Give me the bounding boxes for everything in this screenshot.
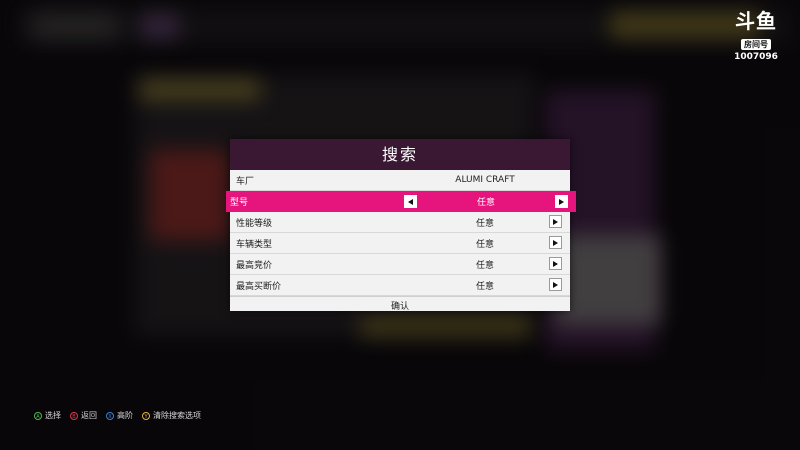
arrow-right-icon[interactable] bbox=[555, 195, 568, 208]
arrow-right-icon[interactable] bbox=[549, 215, 562, 228]
room-label: 房间号 bbox=[741, 39, 771, 50]
row-performance-class[interactable]: 性能等级 任意 bbox=[230, 212, 570, 233]
y-button-icon: Y bbox=[142, 411, 150, 420]
row-manufacturer[interactable]: 车厂 ALUMI CRAFT bbox=[230, 170, 570, 191]
arrow-right-icon[interactable] bbox=[549, 236, 562, 249]
arrow-right-icon[interactable] bbox=[549, 257, 562, 270]
hint-label: 高阶 bbox=[117, 411, 133, 420]
row-max-bid[interactable]: 最高竞价 任意 bbox=[230, 254, 570, 275]
hint-label: 选择 bbox=[45, 411, 61, 420]
row-value: ALUMI CRAFT bbox=[455, 175, 515, 185]
row-value: 任意 bbox=[475, 239, 494, 250]
stream-watermark: 斗鱼 房间号 1007096 bbox=[726, 10, 786, 62]
x-button-icon: X bbox=[106, 411, 114, 420]
row-vehicle-type[interactable]: 车辆类型 任意 bbox=[230, 233, 570, 254]
controller-hints: A 选择 B 返回 X 高阶 Y 清除搜索选项 bbox=[34, 410, 201, 421]
hint-back[interactable]: B 返回 bbox=[70, 410, 97, 421]
arrow-right-icon[interactable] bbox=[549, 278, 562, 291]
row-value: 任意 bbox=[475, 281, 494, 292]
hint-label: 清除搜索选项 bbox=[153, 411, 201, 420]
confirm-button[interactable]: 确认 bbox=[230, 296, 570, 317]
hint-label: 返回 bbox=[81, 411, 97, 420]
search-dialog: 搜索 车厂 ALUMI CRAFT 型号 任意 性能等级 任意 车辆类型 任意 … bbox=[226, 139, 576, 312]
douyu-logo: 斗鱼 bbox=[735, 9, 777, 33]
row-value: 任意 bbox=[475, 260, 494, 271]
room-id: 1007096 bbox=[734, 52, 778, 62]
hint-advanced[interactable]: X 高阶 bbox=[106, 410, 133, 421]
b-button-icon: B bbox=[70, 411, 78, 420]
row-value: 任意 bbox=[475, 218, 494, 229]
row-max-buyout[interactable]: 最高买断价 任意 bbox=[230, 275, 570, 296]
dialog-title: 搜索 bbox=[230, 139, 570, 170]
row-value: 任意 bbox=[476, 198, 495, 208]
row-model[interactable]: 型号 任意 bbox=[226, 191, 576, 212]
hint-select[interactable]: A 选择 bbox=[34, 410, 61, 421]
hint-clear-search[interactable]: Y 清除搜索选项 bbox=[142, 410, 201, 421]
a-button-icon: A bbox=[34, 411, 42, 420]
